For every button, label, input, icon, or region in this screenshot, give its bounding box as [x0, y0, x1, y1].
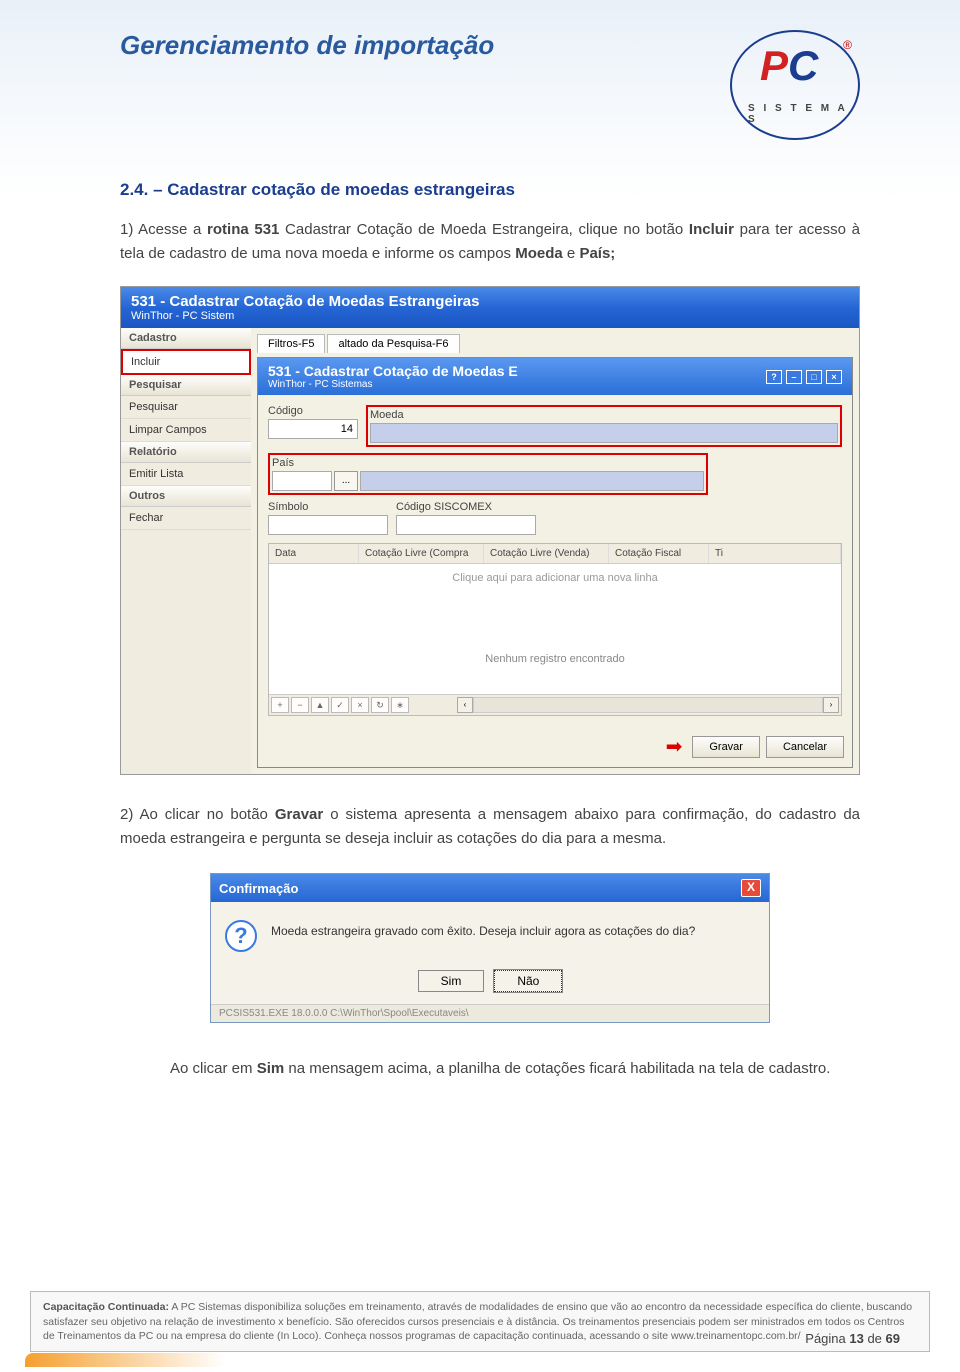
- inner-title: 531 - Cadastrar Cotação de Moedas E: [268, 363, 518, 379]
- sidebar-group-relatorio[interactable]: Relatório: [121, 442, 251, 463]
- maximize-icon[interactable]: □: [806, 370, 822, 384]
- dialog-statusbar: PCSIS531.EXE 18.0.0.0 C:\WinThor\Spool\E…: [211, 1004, 769, 1022]
- grid-empty-text: Nenhum registro encontrado: [269, 653, 841, 665]
- inner-subtitle: WinThor - PC Sistemas: [268, 379, 518, 390]
- gravar-button[interactable]: Gravar: [692, 736, 760, 758]
- logo: PC ® S I S T E M A S: [730, 30, 860, 140]
- window-titlebar: 531 - Cadastrar Cotação de Moedas Estran…: [121, 287, 859, 328]
- page-number: Página 13 de 69: [805, 1331, 900, 1346]
- col-data[interactable]: Data: [269, 544, 359, 563]
- codigo-input[interactable]: [268, 419, 358, 439]
- footer: Capacitação Continuada: A PC Sistemas di…: [30, 1291, 930, 1352]
- col-venda[interactable]: Cotação Livre (Venda): [484, 544, 609, 563]
- grid-up-icon[interactable]: ▲: [311, 697, 329, 713]
- sidebar-item-emitir[interactable]: Emitir Lista: [121, 463, 251, 486]
- sidebar-item-limpar[interactable]: Limpar Campos: [121, 419, 251, 442]
- pais-code-input[interactable]: [272, 471, 332, 491]
- siscomex-input[interactable]: [396, 515, 536, 535]
- grid-ok-icon[interactable]: ✓: [331, 697, 349, 713]
- registered-icon: ®: [843, 38, 852, 52]
- label-moeda: Moeda: [370, 409, 838, 421]
- page-title: Gerenciamento de importação: [120, 30, 494, 61]
- sidebar-item-pesquisar[interactable]: Pesquisar: [121, 396, 251, 419]
- moeda-input[interactable]: [370, 423, 838, 443]
- sidebar: Cadastro Incluir Pesquisar Pesquisar Lim…: [121, 328, 251, 774]
- tab-filtros[interactable]: Filtros-F5: [257, 334, 325, 353]
- close-icon[interactable]: ×: [826, 370, 842, 384]
- scroll-right-icon[interactable]: ›: [823, 697, 839, 713]
- question-icon: ?: [225, 920, 257, 952]
- simbolo-input[interactable]: [268, 515, 388, 535]
- pais-name-input[interactable]: [360, 471, 704, 491]
- paragraph-3: Ao clicar em Sim na mensagem acima, a pl…: [120, 1057, 860, 1081]
- grid-cancel-icon[interactable]: ×: [351, 697, 369, 713]
- accent-bar: [25, 1353, 225, 1367]
- col-fiscal[interactable]: Cotação Fiscal: [609, 544, 709, 563]
- grid-star-icon[interactable]: ∗: [391, 697, 409, 713]
- sim-button[interactable]: Sim: [418, 970, 485, 992]
- grid-refresh-icon[interactable]: ↻: [371, 697, 389, 713]
- help-icon[interactable]: ?: [766, 370, 782, 384]
- nao-button[interactable]: Não: [494, 970, 562, 992]
- label-pais: País: [272, 457, 704, 469]
- cancelar-button[interactable]: Cancelar: [766, 736, 844, 758]
- col-compra[interactable]: Cotação Livre (Compra: [359, 544, 484, 563]
- sidebar-item-fechar[interactable]: Fechar: [121, 507, 251, 530]
- label-codigo: Código: [268, 405, 358, 417]
- arrow-right-icon: ➡: [666, 734, 683, 759]
- sidebar-group-cadastro[interactable]: Cadastro: [121, 328, 251, 349]
- col-ti[interactable]: Ti: [709, 544, 841, 563]
- paragraph-2: 2) Ao clicar no botão Gravar o sistema a…: [120, 803, 860, 851]
- grid-add-icon[interactable]: +: [271, 697, 289, 713]
- minimize-icon[interactable]: –: [786, 370, 802, 384]
- grid-new-row-hint[interactable]: Clique aqui para adicionar uma nova linh…: [269, 572, 841, 584]
- paragraph-1: 1) Acesse a rotina 531 Cadastrar Cotação…: [120, 218, 860, 266]
- scrollbar-track[interactable]: [473, 697, 823, 713]
- lookup-button[interactable]: ...: [334, 471, 358, 491]
- sidebar-group-outros[interactable]: Outros: [121, 486, 251, 507]
- logo-p: P: [760, 42, 788, 90]
- logo-c: C: [788, 42, 818, 90]
- label-siscomex: Código SISCOMEX: [396, 501, 536, 513]
- confirmation-dialog: Confirmação X ? Moeda estrangeira gravad…: [210, 873, 770, 1023]
- sidebar-group-pesquisar[interactable]: Pesquisar: [121, 375, 251, 396]
- inner-window: 531 - Cadastrar Cotação de Moedas E WinT…: [257, 357, 853, 768]
- data-grid: Data Cotação Livre (Compra Cotação Livre…: [268, 543, 842, 716]
- scroll-left-icon[interactable]: ‹: [457, 697, 473, 713]
- section-heading: 2.4. – Cadastrar cotação de moedas estra…: [120, 180, 860, 200]
- screenshot-main-window: 531 - Cadastrar Cotação de Moedas Estran…: [120, 286, 860, 775]
- grid-remove-icon[interactable]: −: [291, 697, 309, 713]
- label-simbolo: Símbolo: [268, 501, 388, 513]
- logo-subtitle: S I S T E M A S: [748, 103, 860, 125]
- dialog-title: Confirmação: [219, 881, 298, 896]
- dialog-close-icon[interactable]: X: [741, 879, 761, 897]
- sidebar-item-incluir[interactable]: Incluir: [121, 349, 251, 375]
- dialog-text: Moeda estrangeira gravado com êxito. Des…: [271, 920, 695, 938]
- tab-resultado[interactable]: altado da Pesquisa-F6: [327, 334, 459, 353]
